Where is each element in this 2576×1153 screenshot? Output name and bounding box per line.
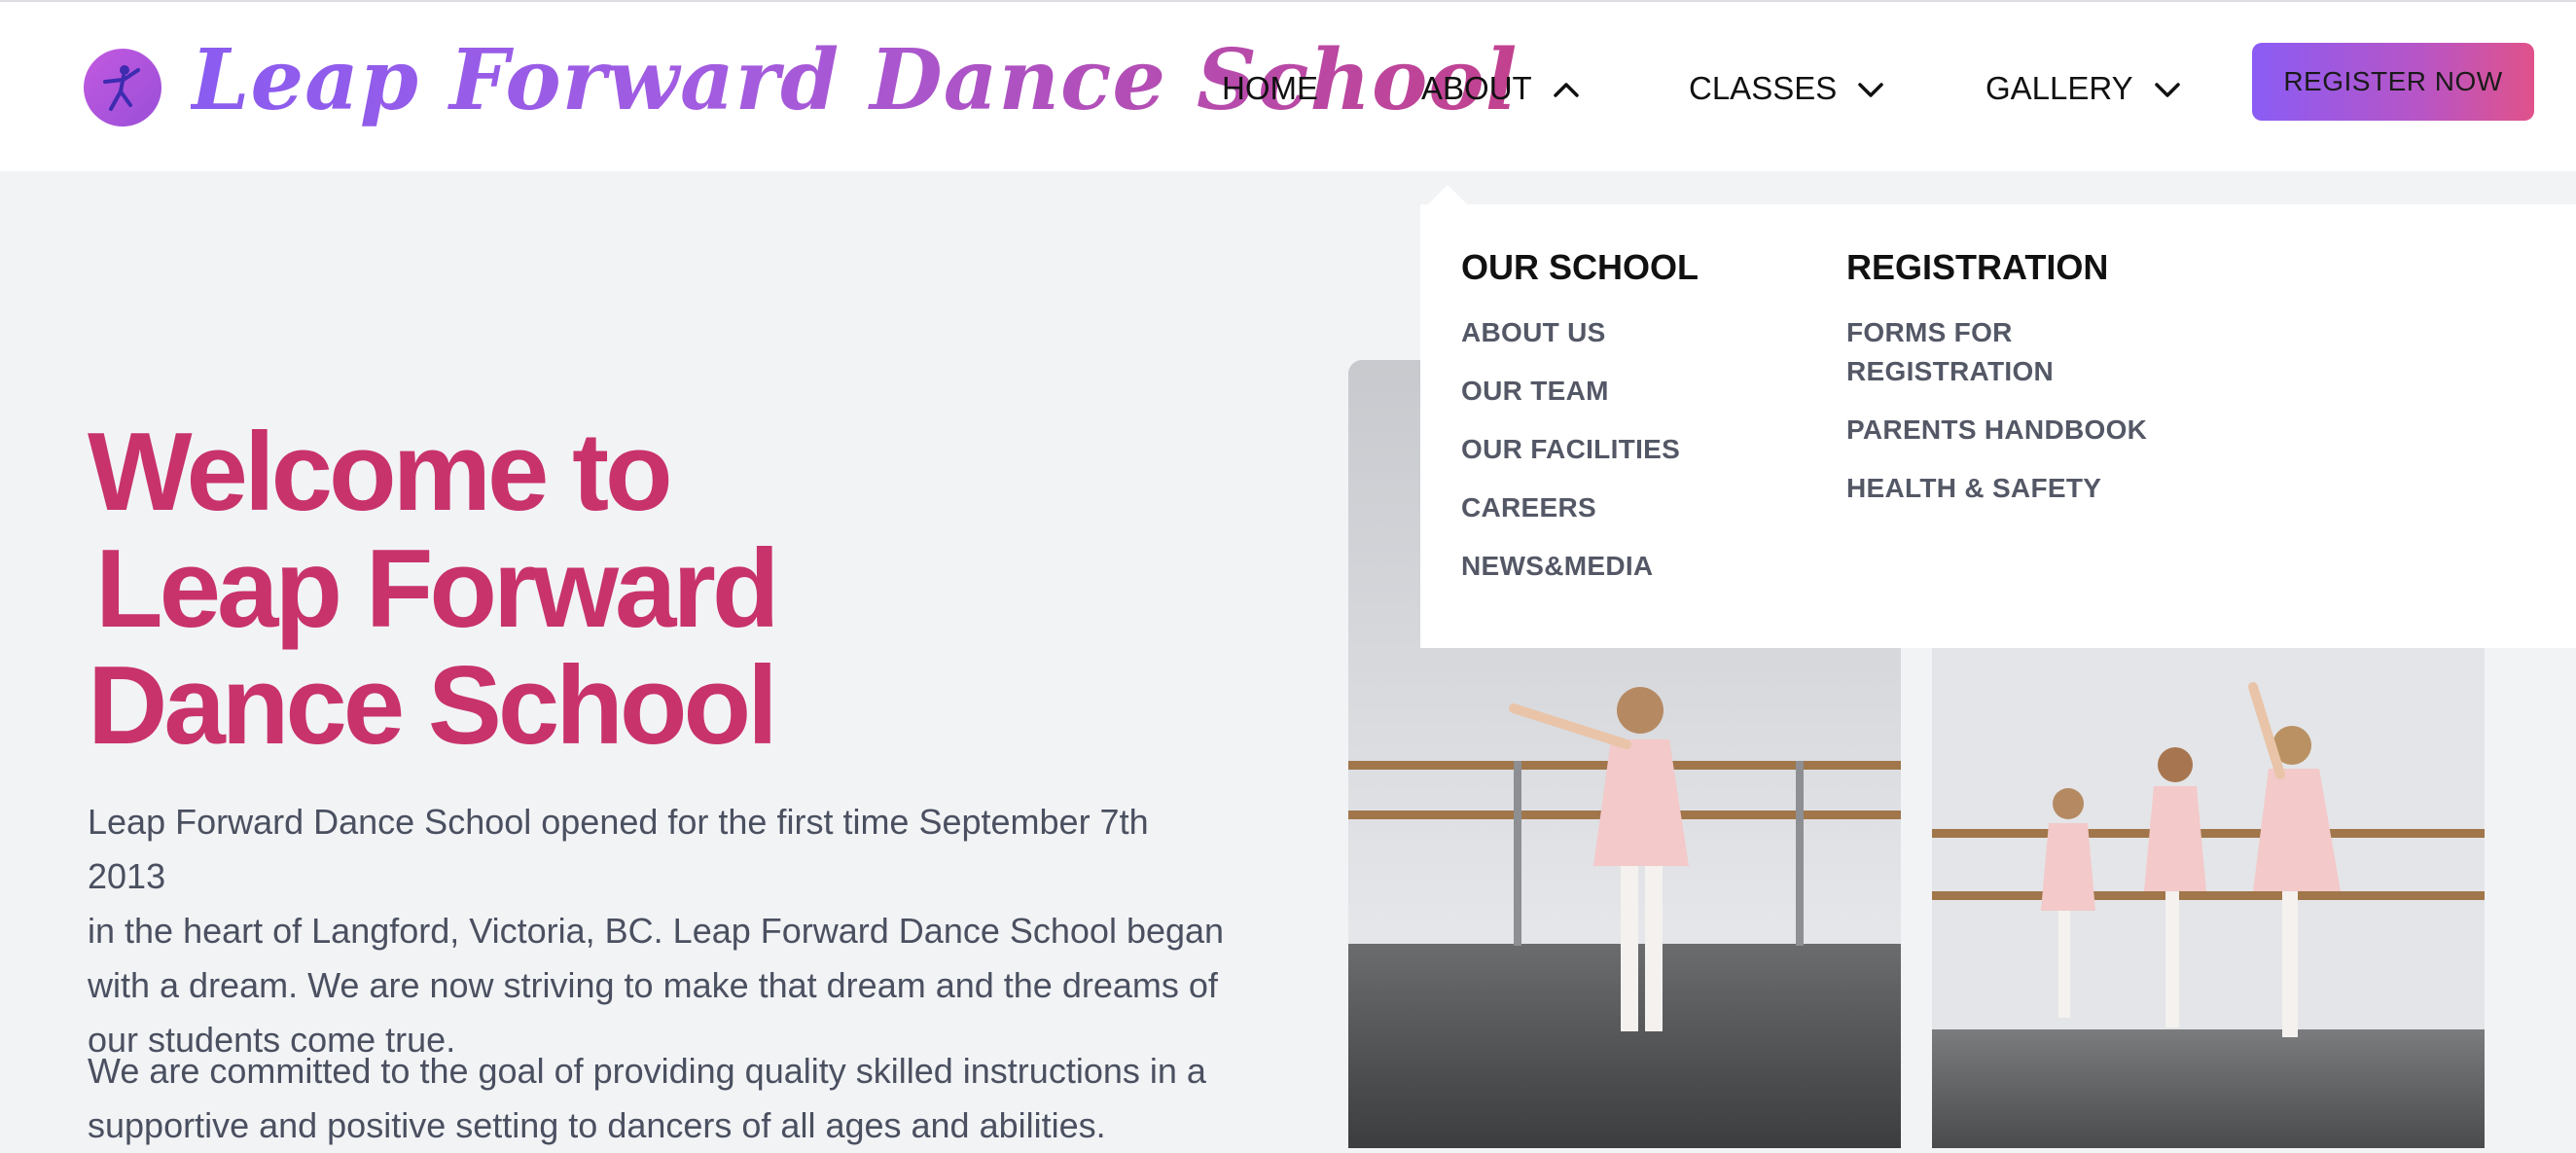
dropdown-heading-registration: REGISTRATION <box>1846 247 2109 287</box>
hero-title: Welcome to Leap Forward Dance School <box>88 411 779 768</box>
nav-classes-label: CLASSES <box>1689 70 1838 106</box>
hero-paragraph-line: supportive and positive setting to dance… <box>88 1105 1106 1145</box>
menu-item-our-team[interactable]: OUR TEAM <box>1461 372 1609 411</box>
hero-title-line: Leap Forward <box>95 527 779 651</box>
nav-classes[interactable]: CLASSES <box>1689 64 1885 113</box>
site-header: Leap Forward Dance School HOME ABOUT CLA… <box>0 0 2576 171</box>
site-title-logo[interactable]: Leap Forward Dance School <box>191 27 1518 134</box>
hero-paragraph-line: with a dream. We are now striving to mak… <box>88 965 1218 1005</box>
menu-item-label: REGISTRATION <box>1846 356 2055 386</box>
chevron-down-icon <box>2153 70 2182 107</box>
hero-title-line: Welcome to <box>88 411 673 534</box>
menu-item-label: FORMS FOR <box>1846 317 2013 347</box>
nav-home-label: HOME <box>1222 70 1318 106</box>
register-now-button[interactable]: REGISTER NOW <box>2252 43 2534 121</box>
dancer-logo-icon[interactable] <box>84 49 161 126</box>
dropdown-caret <box>1426 185 1469 206</box>
hero-paragraph-line: in the heart of Langford, Victoria, BC. … <box>88 911 1225 951</box>
menu-item-about-us[interactable]: ABOUT US <box>1461 313 1606 352</box>
dancer-photo-right <box>1932 648 2485 1148</box>
menu-item-health-safety[interactable]: HEALTH & SAFETY <box>1846 469 2101 508</box>
nav-about[interactable]: ABOUT <box>1421 64 1581 113</box>
nav-about-label: ABOUT <box>1421 70 1532 106</box>
dropdown-heading-our-school: OUR SCHOOL <box>1461 247 1699 287</box>
menu-item-our-facilities[interactable]: OUR FACILITIES <box>1461 430 1680 469</box>
menu-item-parents-handbook[interactable]: PARENTS HANDBOOK <box>1846 411 2147 450</box>
hero-paragraph: We are committed to the goal of providin… <box>88 1044 1235 1153</box>
nav-home[interactable]: HOME <box>1222 64 1318 113</box>
hero-paragraph: Leap Forward Dance School opened for the… <box>88 795 1235 1067</box>
nav-gallery[interactable]: GALLERY <box>1986 64 2182 113</box>
menu-item-careers[interactable]: CAREERS <box>1461 488 1596 527</box>
hero-paragraph-line: We are committed to the goal of providin… <box>88 1051 1206 1091</box>
hero-title-line: Dance School <box>88 644 778 768</box>
about-dropdown-menu: OUR SCHOOL ABOUT US OUR TEAM OUR FACILIT… <box>1420 204 2576 648</box>
menu-item-news-media[interactable]: NEWS&MEDIA <box>1461 547 1653 586</box>
menu-item-forms-for-registration[interactable]: FORMS FOR REGISTRATION <box>1846 313 2054 391</box>
hero-paragraph-line: Leap Forward Dance School opened for the… <box>88 802 1149 896</box>
chevron-down-icon <box>1856 70 1885 107</box>
chevron-up-icon <box>1552 70 1581 107</box>
nav-gallery-label: GALLERY <box>1986 70 2133 106</box>
